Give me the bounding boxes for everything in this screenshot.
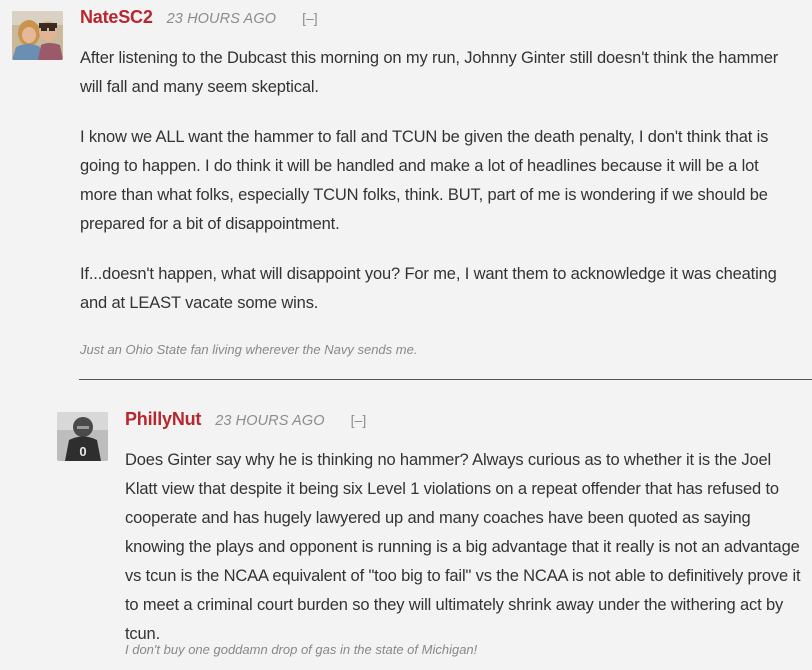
football-player-icon: 0 <box>57 412 108 461</box>
author-name[interactable]: PhillyNut <box>125 409 201 430</box>
comment-paragraph: Does Ginter say why he is thinking no ha… <box>125 451 801 643</box>
avatar[interactable] <box>12 11 63 60</box>
author-name[interactable]: NateSC2 <box>80 7 153 28</box>
comment-body: Does Ginter say why he is thinking no ha… <box>125 446 805 670</box>
avatar[interactable]: 0 <box>57 412 108 461</box>
timestamp[interactable]: 23 HOURS AGO <box>167 11 276 27</box>
comment-meta: NateSC2 23 HOURS AGO [–] <box>80 7 318 28</box>
user-signature: Just an Ohio State fan living wherever t… <box>80 342 418 357</box>
user-photo-icon <box>12 11 63 60</box>
comment-paragraph: If...doesn't happen, what will disappoin… <box>80 265 777 312</box>
comment-meta: PhillyNut 23 HOURS AGO [–] <box>125 409 366 430</box>
timestamp[interactable]: 23 HOURS AGO <box>215 413 324 429</box>
comment-divider <box>79 379 812 380</box>
user-signature: I don't buy one goddamn drop of gas in t… <box>125 642 478 657</box>
collapse-toggle[interactable]: [–] <box>351 412 367 428</box>
jersey-number: 0 <box>79 444 86 459</box>
collapse-toggle[interactable]: [–] <box>302 10 318 26</box>
comment-paragraph: I know we ALL want the hammer to fall an… <box>80 128 769 233</box>
comment-paragraph: After listening to the Dubcast this morn… <box>80 49 779 96</box>
comment-body: After listening to the Dubcast this morn… <box>80 44 800 339</box>
